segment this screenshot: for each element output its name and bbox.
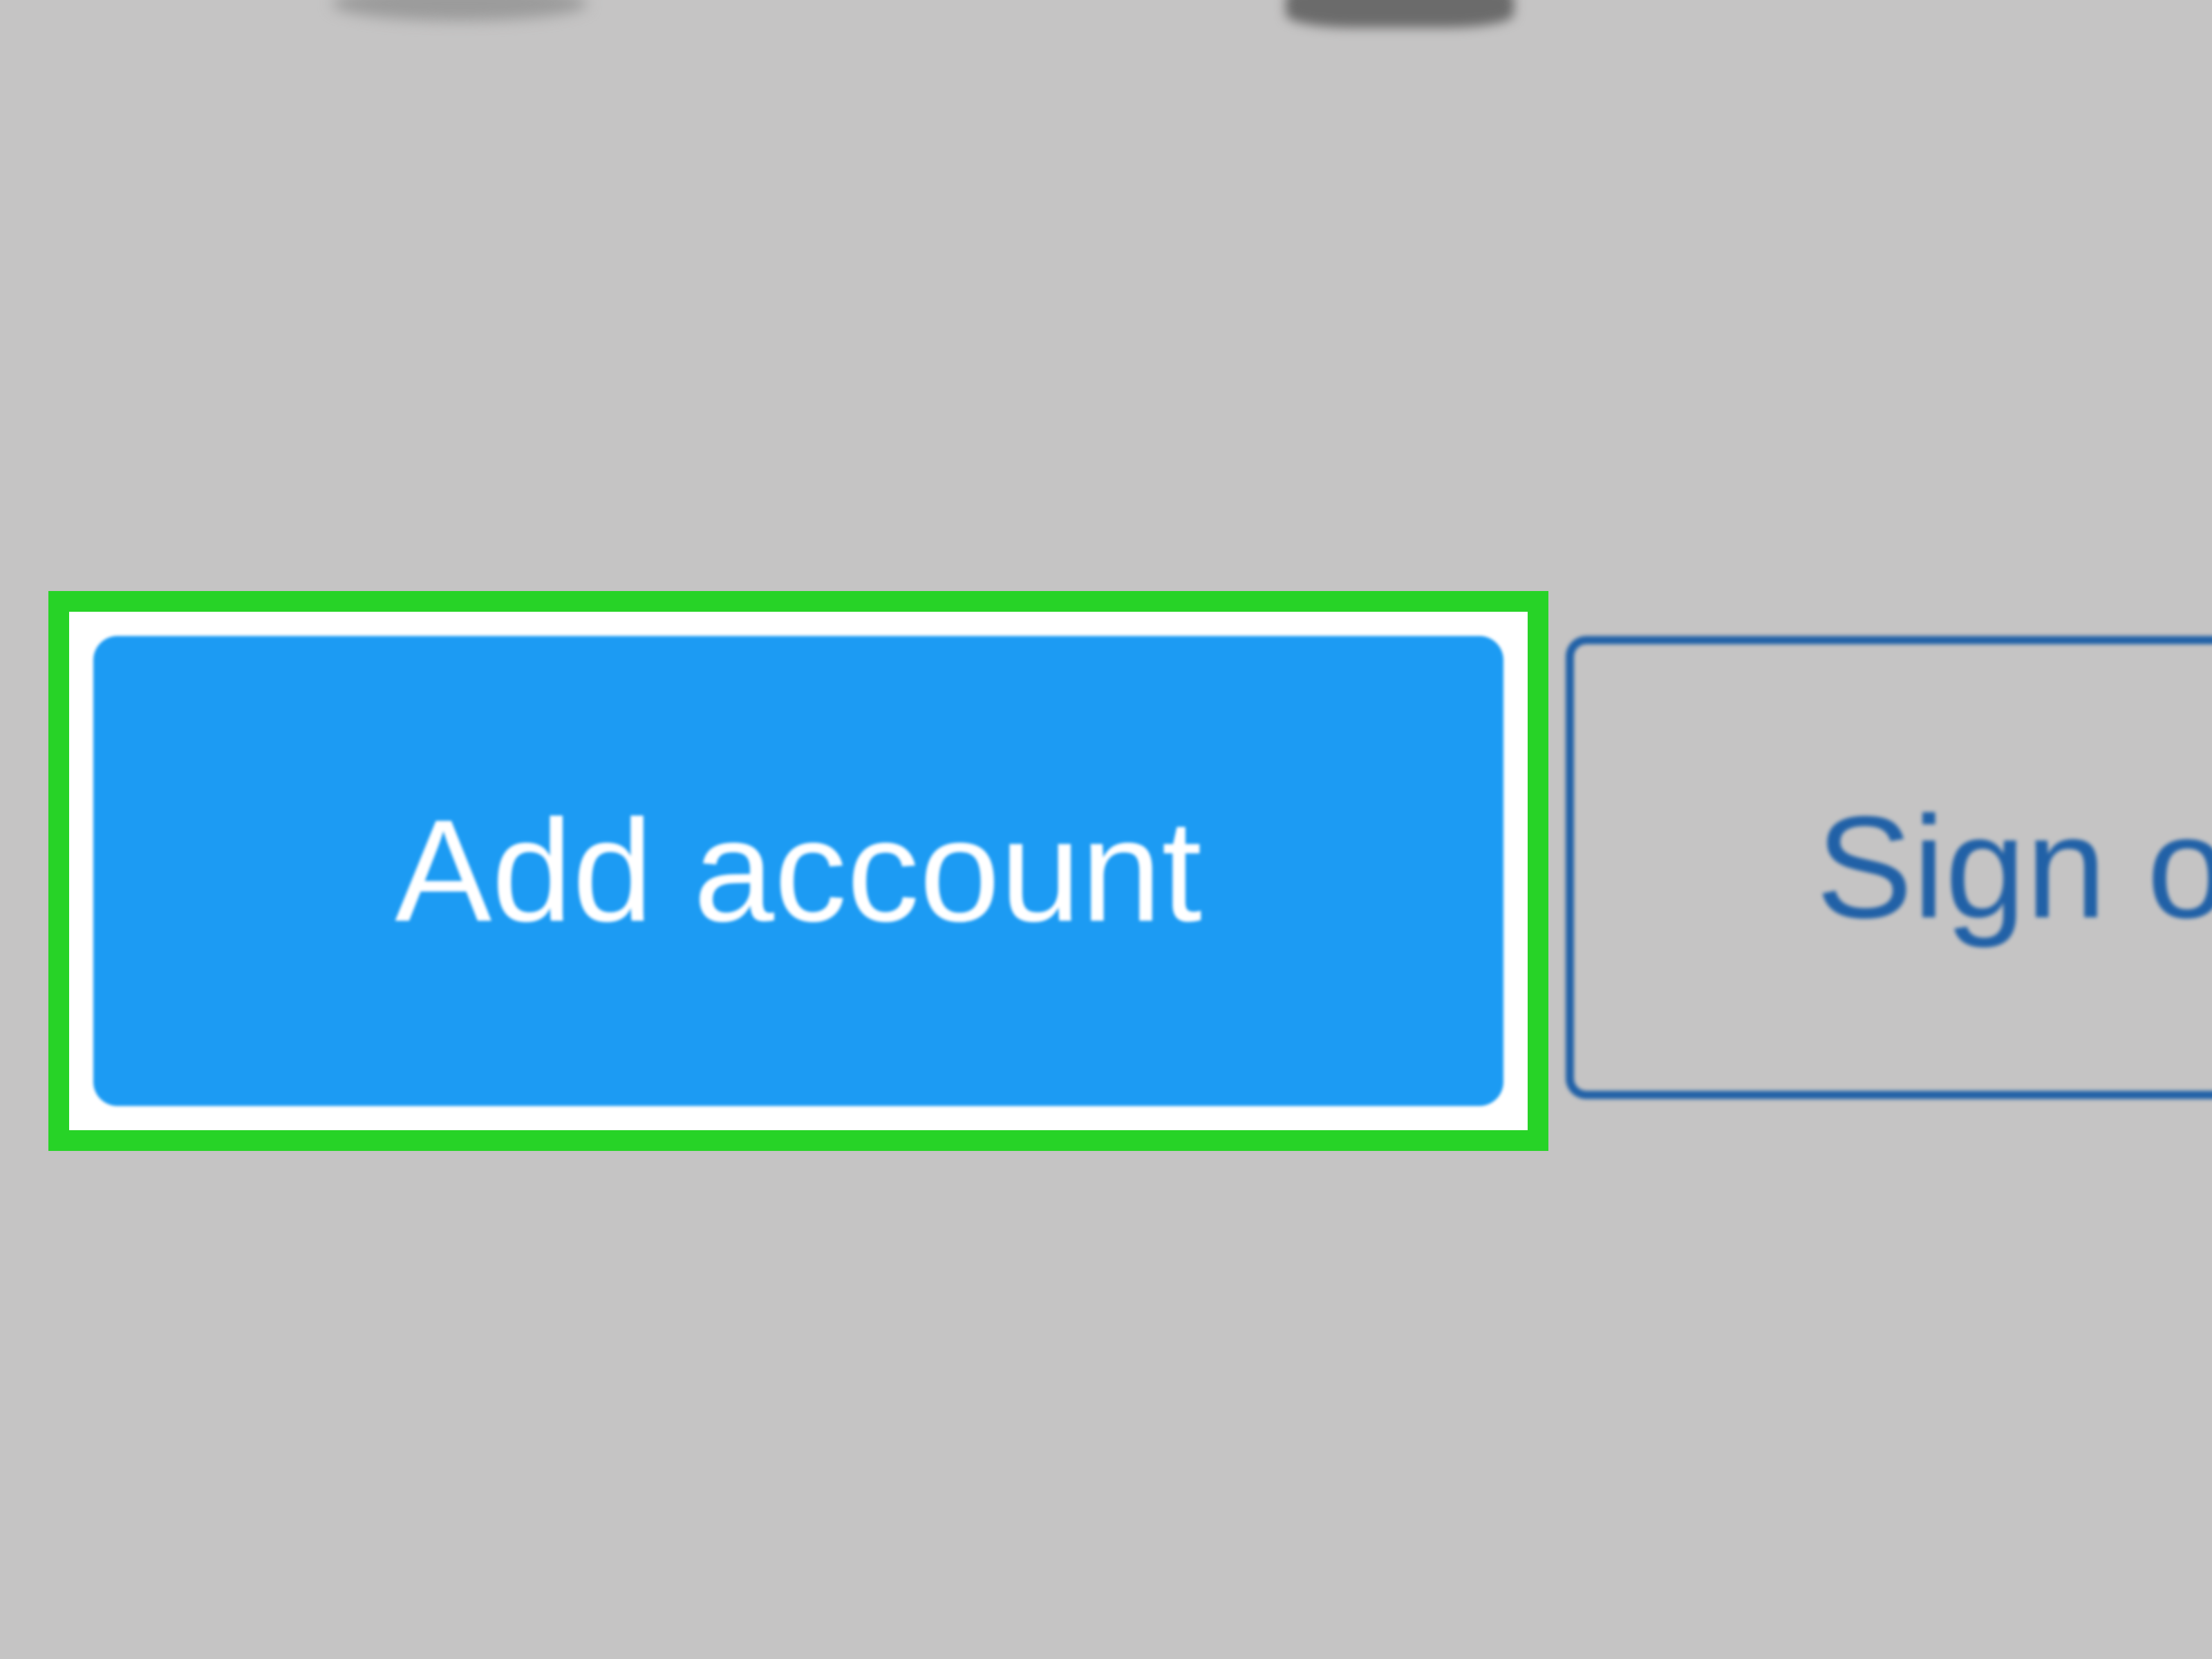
decorative-fragment xyxy=(332,0,588,21)
sign-out-button[interactable]: Sign o xyxy=(1566,636,2212,1099)
add-account-label: Add account xyxy=(395,787,1202,955)
add-account-button[interactable]: Add account xyxy=(93,636,1503,1106)
decorative-fragment xyxy=(1286,0,1514,28)
sign-out-label: Sign o xyxy=(1816,784,2212,951)
highlight-annotation: Add account xyxy=(48,591,1548,1151)
